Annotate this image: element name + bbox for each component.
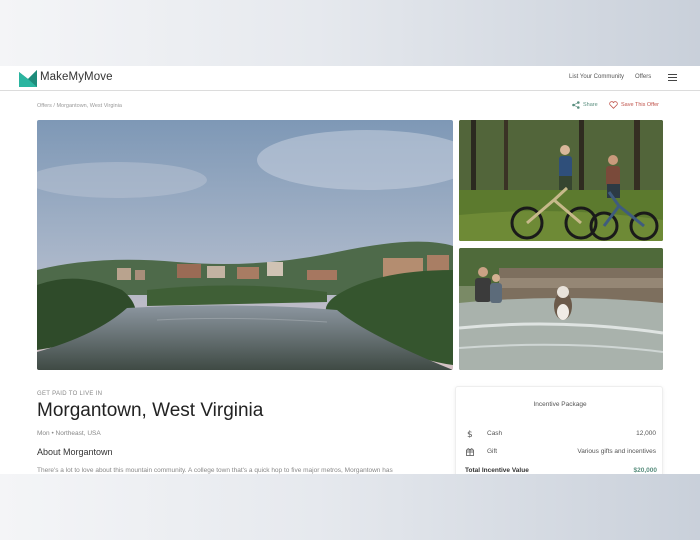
- share-icon: [572, 101, 580, 109]
- incentive-label: Gift: [487, 448, 498, 455]
- svg-text:$: $: [467, 430, 473, 438]
- incentive-card-title: Incentive Package: [533, 401, 587, 408]
- save-offer-button[interactable]: Save This Offer: [609, 101, 659, 109]
- share-label: Share: [583, 102, 598, 108]
- brand-name[interactable]: MakeMyMove: [40, 71, 113, 83]
- incentive-package-card: Incentive Package $ Cash 12,000 Gift Var…: [455, 386, 663, 474]
- gift-icon: [466, 448, 474, 456]
- incentive-label: Cash: [487, 430, 503, 437]
- total-value: $20,000: [633, 467, 658, 474]
- about-text: There's a lot to love about this mountai…: [37, 467, 393, 474]
- eyebrow-label: GET PAID TO LIVE IN: [37, 391, 103, 397]
- heart-icon: [609, 101, 618, 109]
- photo-mountain-bikers[interactable]: [459, 120, 663, 241]
- page-title: Morgantown, West Virginia: [37, 400, 264, 421]
- nav-list-your-community[interactable]: List Your Community: [569, 74, 624, 80]
- share-button[interactable]: Share: [572, 101, 598, 109]
- location-subtitle: Mon • Northeast, USA: [37, 430, 101, 437]
- about-heading: About Morgantown: [37, 447, 113, 457]
- breadcrumb[interactable]: Offers / Morgantown, West Virginia: [37, 103, 122, 109]
- total-label: Total Incentive Value: [465, 467, 529, 474]
- main-photo-river-town[interactable]: [37, 120, 453, 370]
- page: MakeMyMove List Your Community Offers Of…: [0, 66, 700, 474]
- makemymove-logo-icon[interactable]: [19, 70, 37, 87]
- incentive-row-gift: Gift Various gifts and incentives: [466, 448, 656, 458]
- photo-dog-in-creek[interactable]: [459, 248, 663, 370]
- save-label: Save This Offer: [621, 102, 660, 108]
- dollar-icon: $: [467, 430, 473, 438]
- hamburger-icon[interactable]: [668, 74, 677, 81]
- incentive-row-cash: $ Cash 12,000: [466, 430, 656, 440]
- incentive-value: 12,000: [636, 430, 656, 437]
- incentive-total-row: Total Incentive Value $20,000: [465, 467, 657, 474]
- incentive-value: Various gifts and incentives: [577, 448, 656, 455]
- site-header: MakeMyMove List Your Community Offers: [0, 66, 700, 91]
- nav-offers[interactable]: Offers: [635, 74, 651, 80]
